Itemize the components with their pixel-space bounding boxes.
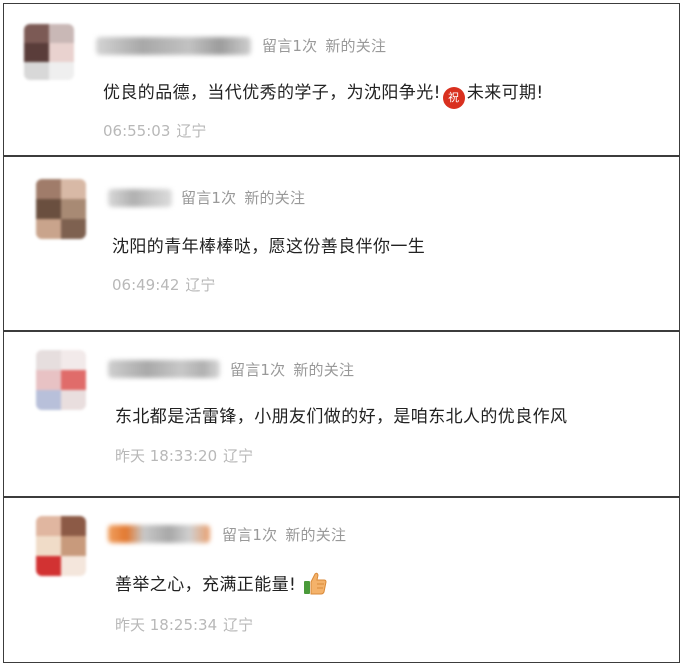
comment-time: 昨天 18:25:34 辽宁: [115, 614, 253, 635]
avatar[interactable]: [24, 24, 74, 80]
follow-status: 新的关注: [285, 526, 347, 544]
timestamp: 06:55:03: [103, 122, 171, 140]
message-count: 留言1次: [262, 37, 318, 55]
comment-meta: 留言1次 新的关注: [181, 187, 305, 208]
timestamp: 06:49:42: [112, 276, 180, 294]
follow-status: 新的关注: [244, 189, 306, 207]
comment-time: 06:49:42 辽宁: [112, 274, 215, 295]
comment-text: 沈阳的青年棒棒哒，愿这份善良伴你一生: [112, 237, 426, 257]
message-count: 留言1次: [222, 526, 278, 544]
username-redacted: [96, 37, 251, 55]
timestamp: 昨天 18:25:34: [115, 616, 218, 634]
comment-text: 东北都是活雷锋，小朋友们做的好，是咱东北人的优良作风: [115, 407, 568, 427]
location: 辽宁: [185, 276, 216, 294]
comment-text-main: 优良的品德，当代优秀的学子，为沈阳争光!: [103, 83, 441, 103]
avatar[interactable]: [36, 516, 86, 576]
comment-meta: 留言1次 新的关注: [230, 359, 354, 380]
location: 辽宁: [223, 447, 254, 465]
comment-text-main: 善举之心，充满正能量!: [115, 575, 297, 595]
comment-card: 留言1次 新的关注 东北都是活雷锋，小朋友们做的好，是咱东北人的优良作风 昨天 1…: [3, 331, 680, 497]
username-redacted: [108, 360, 220, 378]
celebrate-emoji-icon: 祝: [442, 87, 465, 109]
message-count: 留言1次: [230, 361, 286, 379]
follow-status: 新的关注: [293, 361, 355, 379]
username-redacted: [108, 525, 210, 543]
location: 辽宁: [176, 122, 207, 140]
follow-status: 新的关注: [325, 37, 387, 55]
comment-meta: 留言1次 新的关注: [222, 524, 346, 545]
thumbs-up-icon: [304, 572, 327, 595]
avatar[interactable]: [36, 179, 86, 239]
username-redacted: [108, 189, 172, 207]
location: 辽宁: [223, 616, 254, 634]
comment-card: 留言1次 新的关注 优良的品德，当代优秀的学子，为沈阳争光! 祝未来可期! 06:5…: [3, 3, 680, 156]
comment-text-tail: 未来可期!: [466, 83, 544, 103]
comment-card: 留言1次 新的关注 沈阳的青年棒棒哒，愿这份善良伴你一生 06:49:42 辽宁: [3, 156, 680, 331]
message-count: 留言1次: [181, 189, 237, 207]
comment-card: 留言1次 新的关注 善举之心，充满正能量! 昨天 18:25:34 辽宁: [3, 497, 680, 663]
comment-time: 昨天 18:33:20 辽宁: [115, 445, 253, 466]
comment-time: 06:55:03 辽宁: [103, 120, 206, 141]
timestamp: 昨天 18:33:20: [115, 447, 218, 465]
avatar[interactable]: [36, 350, 86, 410]
comment-meta: 留言1次 新的关注: [262, 35, 386, 56]
comment-text: 善举之心，充满正能量!: [115, 570, 328, 596]
comment-text: 优良的品德，当代优秀的学子，为沈阳争光! 祝未来可期!: [103, 78, 544, 109]
